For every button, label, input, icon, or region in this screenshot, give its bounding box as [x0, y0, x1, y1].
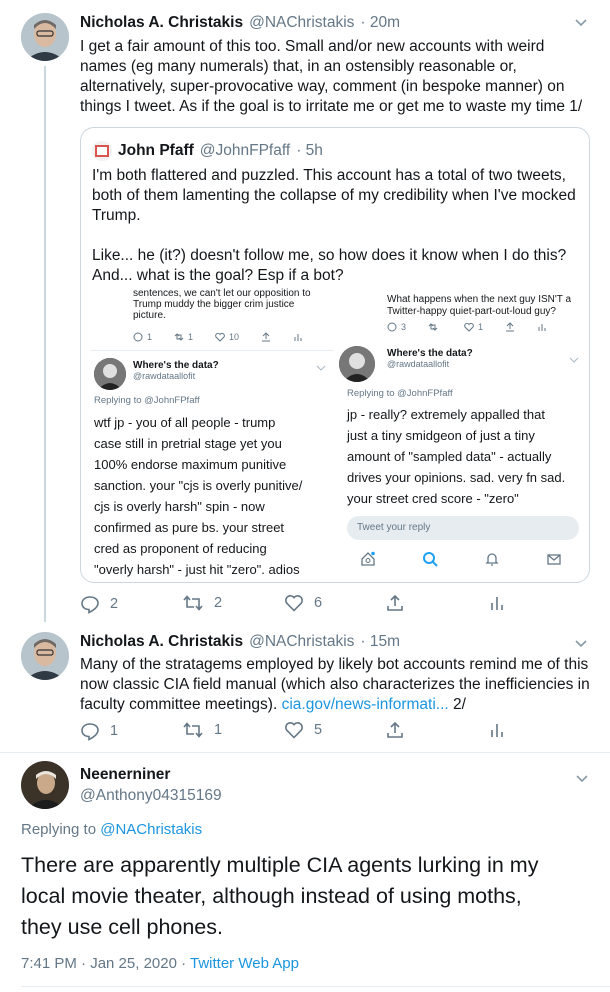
- share-icon: [387, 594, 403, 611]
- quoted-text: I'm both flattered and puzzled. This acc…: [92, 167, 576, 284]
- retweet-button[interactable]: 2: [182, 594, 222, 612]
- thread-line: [44, 66, 46, 622]
- analytics-button[interactable]: [488, 721, 516, 739]
- source-app-link[interactable]: Twitter Web App: [190, 955, 299, 972]
- analytics-icon: [491, 724, 503, 737]
- separator: [0, 752, 610, 753]
- embedded-screenshot-left: sentences, we can't let our opposition t…: [91, 288, 333, 578]
- messages-icon: [546, 551, 562, 572]
- like-icon: 1: [464, 322, 483, 332]
- analytics-icon: [537, 322, 547, 332]
- quoted-tweet[interactable]: John Pfaff @JohnFPfaff · 5h I'm both fla…: [80, 127, 590, 583]
- avatar[interactable]: [21, 13, 69, 61]
- reply-button[interactable]: 2: [80, 594, 118, 614]
- screenshot-stats: 3 1: [387, 322, 547, 332]
- share-icon: [387, 721, 403, 738]
- retweet-icon: [183, 722, 203, 738]
- chevron-down-icon[interactable]: [575, 14, 587, 30]
- like-button[interactable]: 6: [284, 594, 322, 612]
- reply-icon: 1: [133, 332, 152, 342]
- avatar[interactable]: [21, 632, 69, 680]
- chevron-down-icon[interactable]: [575, 635, 587, 653]
- reply-button[interactable]: 1: [80, 721, 118, 741]
- mobile-tab-bar: [337, 546, 585, 576]
- like-button[interactable]: 5: [284, 721, 322, 739]
- author-handle[interactable]: @NAChristakis: [249, 14, 354, 32]
- author-name[interactable]: Neenerniner: [80, 766, 222, 784]
- author-handle[interactable]: @NAChristakis: [249, 633, 354, 651]
- reply-input: Tweet your reply: [347, 516, 579, 540]
- quoted-author-handle: @JohnFPfaff: [199, 142, 291, 159]
- reply-icon: 3: [387, 322, 406, 332]
- replying-to: Replying to @NAChristakis: [21, 821, 203, 838]
- retweet-icon: 1: [174, 332, 193, 342]
- replying-to-handle[interactable]: @NAChristakis: [100, 821, 202, 838]
- quoted-avatar: [92, 141, 112, 161]
- avatar[interactable]: [21, 761, 69, 809]
- reply-icon: [81, 596, 99, 614]
- analytics-icon: [293, 332, 303, 342]
- tweet-text: Many of the stratagems employed by likel…: [80, 656, 590, 713]
- search-icon: [422, 551, 438, 572]
- cia-manual-link[interactable]: cia.gov/news-informati...: [282, 696, 449, 713]
- tweet-text: I get a fair amount of this too. Small a…: [80, 38, 583, 115]
- notifications-icon: [484, 551, 500, 572]
- heart-icon: [285, 722, 303, 739]
- like-icon: 10: [215, 332, 239, 342]
- tweet-timestamp: 7:41 PM · Jan 25, 2020 · Twitter Web App: [21, 955, 299, 972]
- screenshot-avatar: [339, 346, 375, 382]
- embedded-screenshot-right: What happens when the next guy ISN'T a T…: [337, 288, 585, 578]
- home-icon: [360, 551, 376, 572]
- screenshot-stats: 1 1 10: [133, 332, 303, 342]
- tweet-actions: 2 2 6: [80, 594, 530, 614]
- retweet-icon: [183, 595, 203, 611]
- separator: [21, 986, 610, 987]
- tweet-time[interactable]: · 15m: [360, 633, 400, 651]
- avatar-photo: [21, 761, 69, 809]
- share-icon: [505, 322, 515, 332]
- avatar-photo: [21, 13, 69, 61]
- share-button[interactable]: [386, 721, 414, 739]
- retweet-button[interactable]: 1: [182, 721, 222, 739]
- author-name[interactable]: Nicholas A. Christakis: [80, 14, 243, 32]
- share-button[interactable]: [386, 594, 414, 612]
- main-tweet-text: There are apparently multiple CIA agents…: [21, 853, 539, 939]
- analytics-icon: [491, 597, 503, 610]
- author-handle[interactable]: @Anthony04315169: [80, 787, 222, 805]
- share-icon: [261, 332, 271, 342]
- retweet-icon: [428, 323, 442, 331]
- chevron-down-icon[interactable]: [576, 770, 588, 788]
- avatar-photo: [21, 632, 69, 680]
- quoted-time: · 5h: [296, 142, 323, 159]
- author-name[interactable]: Nicholas A. Christakis: [80, 633, 243, 651]
- quoted-author-name: John Pfaff: [118, 142, 194, 159]
- tweet-time[interactable]: · 20m: [360, 14, 400, 32]
- tweet-actions: 1 1 5: [80, 721, 530, 741]
- heart-icon: [285, 595, 303, 612]
- screenshot-avatar: [94, 358, 126, 390]
- reply-icon: [81, 723, 99, 741]
- analytics-button[interactable]: [488, 594, 516, 612]
